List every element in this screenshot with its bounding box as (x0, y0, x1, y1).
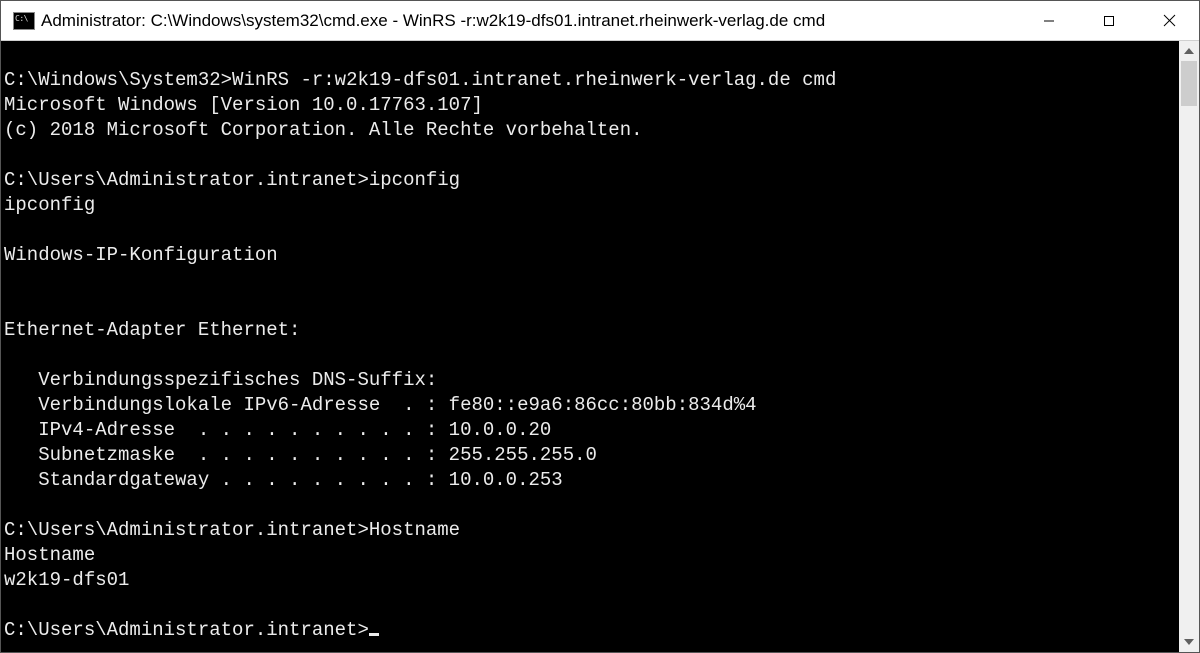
prompt: C:\Windows\System32> (4, 69, 232, 91)
output-line: Ethernet-Adapter Ethernet: (4, 319, 300, 341)
close-button[interactable] (1139, 1, 1199, 40)
scroll-up-button[interactable] (1179, 41, 1199, 61)
cmd-window: Administrator: C:\Windows\system32\cmd.e… (1, 1, 1199, 652)
output-line: IPv4-Adresse . . . . . . . . . . : 10.0.… (4, 419, 551, 441)
output-line: Hostname (4, 544, 95, 566)
terminal-output[interactable]: C:\Windows\System32>WinRS -r:w2k19-dfs01… (1, 41, 1179, 652)
command-text: ipconfig (369, 169, 460, 191)
output-line: Verbindungslokale IPv6-Adresse . : fe80:… (4, 394, 757, 416)
client-area: C:\Windows\System32>WinRS -r:w2k19-dfs01… (1, 41, 1199, 652)
prompt: C:\Users\Administrator.intranet> (4, 619, 369, 641)
scroll-down-button[interactable] (1179, 632, 1199, 652)
window-title: Administrator: C:\Windows\system32\cmd.e… (41, 11, 1019, 31)
vertical-scrollbar[interactable] (1179, 41, 1199, 652)
output-line: Verbindungsspezifisches DNS-Suffix: (4, 369, 437, 391)
cmd-icon (13, 12, 35, 30)
scroll-thumb[interactable] (1181, 61, 1197, 106)
window-controls (1019, 1, 1199, 40)
prompt: C:\Users\Administrator.intranet> (4, 169, 369, 191)
command-text: Hostname (369, 519, 460, 541)
command-text: WinRS -r:w2k19-dfs01.intranet.rheinwerk-… (232, 69, 836, 91)
output-line: Microsoft Windows [Version 10.0.17763.10… (4, 94, 483, 116)
output-line: Subnetzmaske . . . . . . . . . . : 255.2… (4, 444, 597, 466)
output-line: ipconfig (4, 194, 95, 216)
scroll-track[interactable] (1179, 61, 1199, 632)
output-line: Standardgateway . . . . . . . . . : 10.0… (4, 469, 563, 491)
output-line: w2k19-dfs01 (4, 569, 129, 591)
title-bar[interactable]: Administrator: C:\Windows\system32\cmd.e… (1, 1, 1199, 41)
maximize-button[interactable] (1079, 1, 1139, 40)
output-line: Windows-IP-Konfiguration (4, 244, 278, 266)
prompt: C:\Users\Administrator.intranet> (4, 519, 369, 541)
minimize-button[interactable] (1019, 1, 1079, 40)
cursor (369, 633, 379, 636)
output-line: (c) 2018 Microsoft Corporation. Alle Rec… (4, 119, 643, 141)
